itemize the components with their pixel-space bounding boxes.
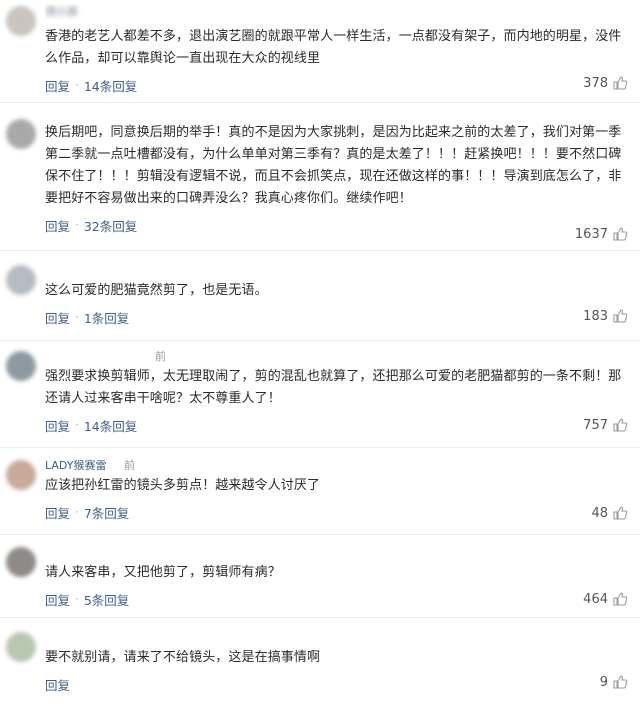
comment-item: 换后期吧，同意换后期的举手！真的不是因为大家挑刺，是因为比起来之前的太差了，我们… xyxy=(0,103,640,251)
reply-button[interactable]: 回复 xyxy=(45,590,70,609)
comment-time: 前 xyxy=(155,350,166,363)
like-button[interactable]: 183 xyxy=(583,308,628,324)
comment-actions: 回复 · 5条回复 xyxy=(45,586,628,612)
like-count: 464 xyxy=(583,591,608,607)
like-button[interactable]: 1637 xyxy=(575,226,628,242)
separator: · xyxy=(75,592,79,606)
avatar[interactable] xyxy=(6,265,36,295)
comment-actions: 回复 · 1条回复 xyxy=(45,304,628,330)
comment-item: 这么可爱的肥猫竟然剪了，也是无语。 回复 · 1条回复 183 xyxy=(0,251,640,341)
comment-content: LADY猴赛雷 前 应该把孙红雷的镜头多剪点！越来越令人讨厌了 回复 · 7条回… xyxy=(45,458,628,534)
reply-button[interactable]: 回复 xyxy=(45,308,70,327)
like-button[interactable]: 757 xyxy=(583,417,628,433)
like-button[interactable]: 9 xyxy=(600,674,628,690)
username[interactable]: LADY猴赛雷 xyxy=(45,459,107,472)
replies-link[interactable]: 14条回复 xyxy=(84,76,137,95)
comment-content: 换后期吧，同意换后期的举手！真的不是因为大家挑刺，是因为比起来之前的太差了，我们… xyxy=(45,117,628,250)
thumbs-up-icon xyxy=(612,591,628,607)
separator: · xyxy=(75,78,79,92)
comment-meta xyxy=(45,263,628,279)
replies-link[interactable]: 1条回复 xyxy=(84,308,129,327)
thumbs-up-icon xyxy=(612,308,628,324)
comment-item: 前 强烈要求换剪辑师，太无理取闹了，剪的混乱也就算了，还把那么可爱的老肥猫都剪的… xyxy=(0,341,640,448)
comment-meta: LADY猴赛雷 前 xyxy=(45,458,628,474)
comment-item: 要不就别请，请来了不给镜头，这是在搞事情啊 回复 9 xyxy=(0,618,640,698)
thumbs-up-icon xyxy=(612,75,628,91)
reply-button[interactable]: 回复 xyxy=(45,503,70,522)
comment-content: 请人来客串，又把他剪了，剪辑师有病？ 回复 · 5条回复 xyxy=(45,545,628,617)
thumbs-up-icon xyxy=(612,417,628,433)
comment-meta: 前 xyxy=(45,349,628,365)
reply-button[interactable]: 回复 xyxy=(45,416,70,435)
comment-content: 前 强烈要求换剪辑师，太无理取闹了，剪的混乱也就算了，还把那么可爱的老肥猫都剪的… xyxy=(45,349,628,447)
replies-link[interactable]: 7条回复 xyxy=(84,503,129,522)
comment-actions: 回复 · 7条回复 xyxy=(45,499,628,525)
comment-text: 这么可爱的肥猫竟然剪了，也是无语。 xyxy=(45,283,268,298)
thumbs-up-icon xyxy=(612,226,628,242)
like-button[interactable]: 378 xyxy=(583,75,628,91)
comment-list: 测小孩 香港的老艺人都差不多，退出演艺圈的就跟平常人一样生活，一点都没有架子，而… xyxy=(0,0,640,698)
avatar[interactable] xyxy=(6,6,36,36)
avatar[interactable] xyxy=(6,547,36,577)
avatar[interactable] xyxy=(6,119,36,149)
replies-link[interactable]: 5条回复 xyxy=(84,590,129,609)
comment-item: 请人来客串，又把他剪了，剪辑师有病？ 回复 · 5条回复 464 xyxy=(0,535,640,618)
like-button[interactable]: 48 xyxy=(591,505,628,521)
avatar[interactable] xyxy=(6,632,36,662)
comment-actions: 回复 · 32条回复 xyxy=(45,212,628,238)
comment-meta: 测小孩 xyxy=(45,4,628,20)
comment-text: 要不就别请，请来了不给镜头，这是在搞事情啊 xyxy=(45,650,321,665)
like-button[interactable]: 464 xyxy=(583,591,628,607)
comment-text: 请人来客串，又把他剪了，剪辑师有病？ xyxy=(45,565,281,580)
reply-button[interactable]: 回复 xyxy=(45,216,70,235)
comment-time: 前 xyxy=(124,459,135,472)
comment-text: 应该把孙红雷的镜头多剪点！越来越令人讨厌了 xyxy=(45,478,321,493)
comment-text: 强烈要求换剪辑师，太无理取闹了，剪的混乱也就算了，还把那么可爱的老肥猫都剪的一条… xyxy=(45,369,622,406)
comment-content: 测小孩 香港的老艺人都差不多，退出演艺圈的就跟平常人一样生活，一点都没有架子，而… xyxy=(45,4,628,102)
comment-content: 要不就别请，请来了不给镜头，这是在搞事情啊 回复 xyxy=(45,630,628,698)
separator: · xyxy=(75,310,79,324)
replies-link[interactable]: 32条回复 xyxy=(84,216,137,235)
comment-actions: 回复 · 14条回复 xyxy=(45,412,628,438)
like-count: 183 xyxy=(583,308,608,324)
username[interactable]: 测小孩 xyxy=(45,5,78,18)
like-count: 48 xyxy=(591,505,608,521)
thumbs-up-icon xyxy=(612,505,628,521)
comment-actions: 回复 xyxy=(45,671,628,697)
comment-content: 这么可爱的肥猫竟然剪了，也是无语。 回复 · 1条回复 xyxy=(45,263,628,340)
like-count: 9 xyxy=(599,674,608,690)
separator: · xyxy=(75,218,79,232)
comment-actions: 回复 · 14条回复 xyxy=(45,72,628,98)
avatar[interactable] xyxy=(6,460,36,490)
separator: · xyxy=(75,418,79,432)
like-count: 378 xyxy=(583,75,608,91)
comment-meta xyxy=(45,630,628,646)
comment-item: 测小孩 香港的老艺人都差不多，退出演艺圈的就跟平常人一样生活，一点都没有架子，而… xyxy=(0,0,640,103)
reply-button[interactable]: 回复 xyxy=(45,76,70,95)
like-count: 1637 xyxy=(574,226,608,242)
avatar[interactable] xyxy=(6,351,36,381)
replies-link[interactable]: 14条回复 xyxy=(84,416,137,435)
comment-meta xyxy=(45,545,628,561)
like-count: 757 xyxy=(583,417,608,433)
comment-item: LADY猴赛雷 前 应该把孙红雷的镜头多剪点！越来越令人讨厌了 回复 · 7条回… xyxy=(0,448,640,535)
comment-text: 香港的老艺人都差不多，退出演艺圈的就跟平常人一样生活，一点都没有架子，而内地的明… xyxy=(45,29,622,66)
separator: · xyxy=(75,505,79,519)
thumbs-up-icon xyxy=(612,674,628,690)
reply-button[interactable]: 回复 xyxy=(45,675,70,694)
comment-text: 换后期吧，同意换后期的举手！真的不是因为大家挑刺，是因为比起来之前的太差了，我们… xyxy=(45,125,622,206)
